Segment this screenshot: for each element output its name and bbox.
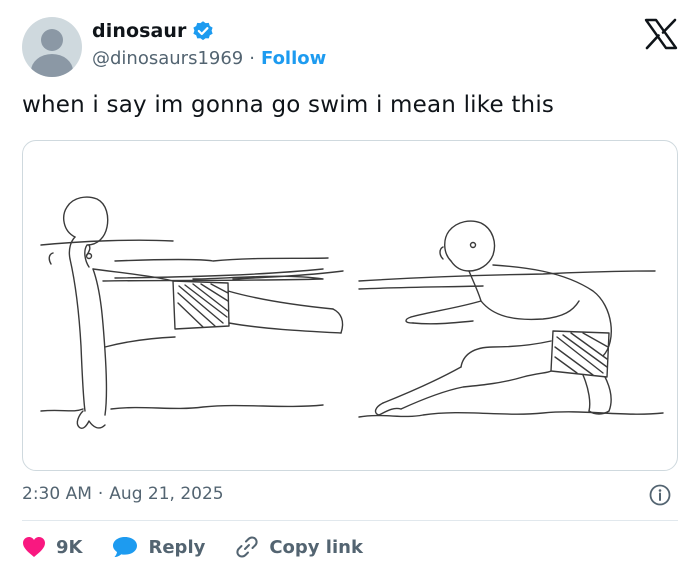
author-display-name[interactable]: dinosaur — [92, 20, 187, 42]
x-logo-icon[interactable] — [644, 18, 678, 50]
like-button[interactable]: 9K — [22, 536, 82, 558]
avatar[interactable] — [22, 17, 82, 77]
link-icon — [236, 536, 258, 558]
copy-link-button[interactable]: Copy link — [235, 535, 363, 559]
handle-separator: · — [249, 48, 255, 69]
tweet-timestamp: 2:30 AM · Aug 21, 2025 — [22, 484, 224, 504]
swimming-sketch-illustration — [40, 196, 664, 430]
heart-icon — [23, 537, 45, 557]
follow-button[interactable]: Follow — [261, 48, 326, 69]
tweet-media-image[interactable] — [22, 140, 678, 471]
action-bar: 9K Reply Copy link — [22, 535, 393, 559]
copy-link-label: Copy link — [269, 536, 363, 558]
like-count: 9K — [56, 536, 83, 558]
reply-label: Reply — [148, 536, 206, 558]
tweet-date[interactable]: Aug 21, 2025 — [109, 484, 223, 504]
reply-button[interactable]: Reply — [112, 536, 205, 558]
author-handle[interactable]: @dinosaurs1969 — [92, 48, 243, 69]
tweet-time[interactable]: 2:30 AM — [22, 484, 92, 504]
author-name-row: dinosaur — [92, 20, 214, 42]
speech-bubble-icon — [113, 537, 138, 557]
info-icon[interactable] — [649, 484, 671, 506]
tweet-text: when i say im gonna go swim i mean like … — [22, 92, 555, 118]
default-avatar-icon — [31, 29, 73, 77]
timestamp-separator: · — [97, 484, 104, 504]
author-handle-row: @dinosaurs1969 · Follow — [92, 48, 326, 69]
divider — [22, 520, 678, 521]
verified-badge-icon — [192, 21, 213, 41]
